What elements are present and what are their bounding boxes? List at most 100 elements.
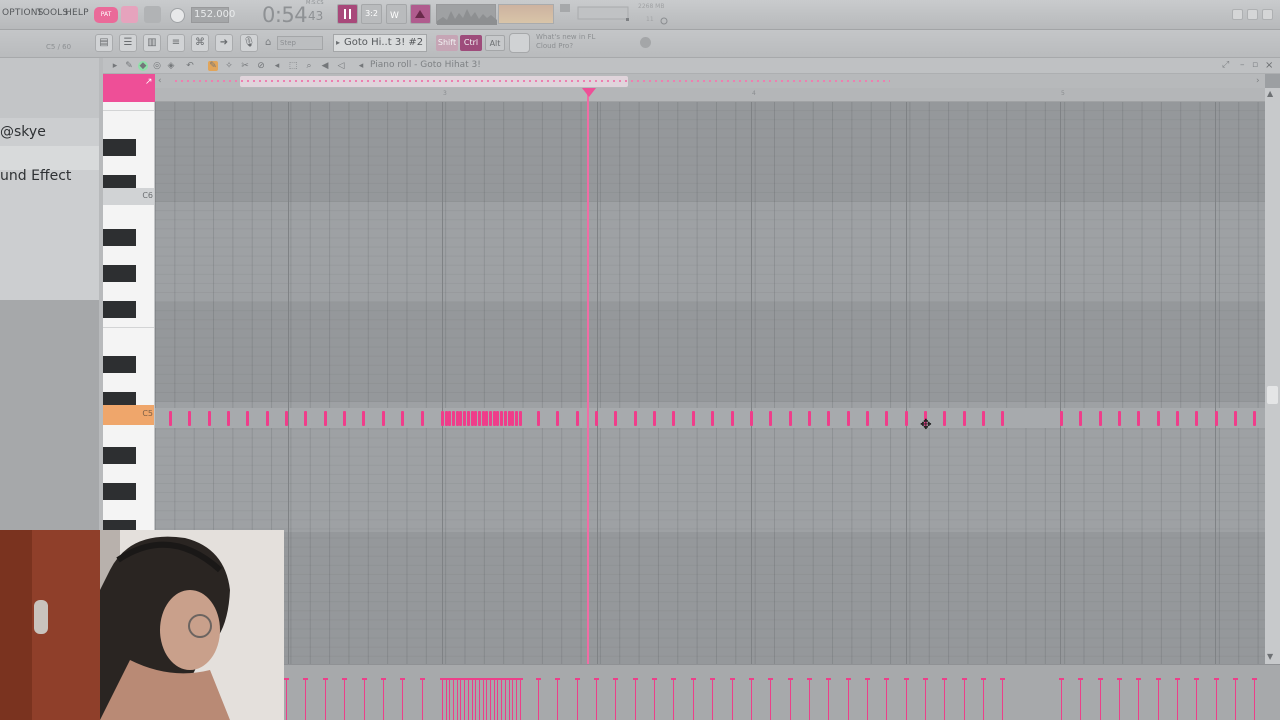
record-button[interactable] xyxy=(168,6,185,23)
browser-item-skye[interactable]: @skye xyxy=(0,124,46,140)
velocity-stem[interactable] xyxy=(400,678,405,720)
velocity-stem[interactable] xyxy=(510,678,515,720)
scrollbar-thumb[interactable] xyxy=(1267,386,1278,404)
velocity-stem[interactable] xyxy=(484,678,489,720)
velocity-stem[interactable] xyxy=(613,678,618,720)
velocity-stem[interactable] xyxy=(1098,678,1103,720)
ctrl-key-button[interactable]: Ctrl xyxy=(460,35,482,51)
velocity-stem[interactable] xyxy=(846,678,851,720)
velocity-stem[interactable] xyxy=(1117,678,1122,720)
note[interactable] xyxy=(478,411,481,426)
snap-selector[interactable]: Step xyxy=(277,36,323,50)
note[interactable] xyxy=(847,411,850,426)
pattern-song-toggle[interactable]: PAT xyxy=(94,7,118,23)
channel-rack-button[interactable]: ☰ xyxy=(119,34,137,52)
note[interactable] xyxy=(982,411,985,426)
news-panel[interactable]: What's new in FL Cloud Pro? xyxy=(536,33,595,51)
velocity-stem[interactable] xyxy=(440,678,445,720)
velocity-stem[interactable] xyxy=(481,678,486,720)
minimize-button[interactable] xyxy=(1232,9,1243,20)
note[interactable] xyxy=(1060,411,1063,426)
play-button[interactable] xyxy=(121,6,138,23)
velocity-stem[interactable] xyxy=(458,678,463,720)
detach-icon[interactable]: ⤢ xyxy=(1222,60,1229,70)
pattern-selector[interactable]: ▸ Goto Hi..t 3! #2 xyxy=(333,34,427,52)
note[interactable] xyxy=(1099,411,1102,426)
countdown-button[interactable]: 3:2 xyxy=(361,4,382,24)
note[interactable] xyxy=(750,411,753,426)
black-key[interactable] xyxy=(103,447,136,464)
scroll-down-icon[interactable]: ▼ xyxy=(1267,652,1273,661)
note[interactable] xyxy=(362,411,365,426)
news-chat-icon[interactable] xyxy=(509,33,530,53)
note[interactable] xyxy=(448,411,451,426)
note[interactable] xyxy=(169,411,172,426)
note[interactable] xyxy=(285,411,288,426)
black-key[interactable] xyxy=(103,139,136,156)
velocity-stem[interactable] xyxy=(555,678,560,720)
velocity-stem[interactable] xyxy=(730,678,735,720)
zoom-icon[interactable]: ⌕ xyxy=(304,61,314,71)
note[interactable] xyxy=(576,411,579,426)
wait-input-button[interactable]: W xyxy=(386,4,407,24)
velocity-stem[interactable] xyxy=(462,678,467,720)
velocity-stem[interactable] xyxy=(1194,678,1199,720)
note[interactable] xyxy=(692,411,695,426)
mute-icon[interactable]: ⊘ xyxy=(256,61,266,71)
delete-icon[interactable]: ✂ xyxy=(240,61,250,71)
note[interactable] xyxy=(1001,411,1004,426)
velocity-stem[interactable] xyxy=(536,678,541,720)
piano-keyboard[interactable]: C6 C5 xyxy=(103,102,155,530)
velocity-stem[interactable] xyxy=(904,678,909,720)
slice-icon[interactable]: ◂ xyxy=(272,61,282,71)
velocity-stem[interactable] xyxy=(303,678,308,720)
note[interactable] xyxy=(1079,411,1082,426)
note[interactable] xyxy=(789,411,792,426)
note[interactable] xyxy=(496,411,499,426)
velocity-lane[interactable] xyxy=(155,664,1280,720)
note[interactable] xyxy=(866,411,869,426)
note[interactable] xyxy=(485,411,488,426)
velocity-stem[interactable] xyxy=(470,678,475,720)
velocity-stem[interactable] xyxy=(575,678,580,720)
velocity-stem[interactable] xyxy=(444,678,449,720)
note[interactable] xyxy=(515,411,518,426)
browser-item-sound-effect[interactable]: und Effect xyxy=(0,168,71,184)
velocity-stem[interactable] xyxy=(1214,678,1219,720)
key-c6[interactable]: C6 xyxy=(103,188,154,205)
velocity-stem[interactable] xyxy=(455,678,460,720)
note[interactable] xyxy=(905,411,908,426)
black-key[interactable] xyxy=(103,483,136,500)
undo-icon[interactable]: ↶ xyxy=(185,61,195,71)
scroll-right-icon[interactable]: › xyxy=(1256,76,1260,86)
velocity-stem[interactable] xyxy=(981,678,986,720)
velocity-stem[interactable] xyxy=(466,678,471,720)
note[interactable] xyxy=(324,411,327,426)
velocity-stem[interactable] xyxy=(691,678,696,720)
velocity-stem[interactable] xyxy=(477,678,482,720)
note[interactable] xyxy=(489,411,492,426)
note[interactable] xyxy=(885,411,888,426)
note[interactable] xyxy=(731,411,734,426)
pencil-icon[interactable]: ✎ xyxy=(208,61,218,71)
note[interactable] xyxy=(474,411,477,426)
menu-tools[interactable]: TOOLS xyxy=(37,8,68,18)
key-c5[interactable]: C5 xyxy=(103,405,154,425)
note[interactable] xyxy=(441,411,444,426)
velocity-stem[interactable] xyxy=(420,678,425,720)
scroll-up-icon[interactable]: ▲ xyxy=(1267,89,1273,98)
velocity-stem[interactable] xyxy=(1175,678,1180,720)
browser-button[interactable]: ⌘ xyxy=(191,34,209,52)
velocity-stem[interactable] xyxy=(807,678,812,720)
note[interactable] xyxy=(1253,411,1256,426)
shift-key-button[interactable]: Shift xyxy=(436,35,458,51)
note[interactable] xyxy=(246,411,249,426)
black-key[interactable] xyxy=(103,520,136,530)
note[interactable] xyxy=(537,411,540,426)
velocity-stem[interactable] xyxy=(923,678,928,720)
velocity-stem[interactable] xyxy=(284,678,289,720)
note[interactable] xyxy=(382,411,385,426)
velocity-stem[interactable] xyxy=(499,678,504,720)
recording-button[interactable]: 🎙 xyxy=(240,34,258,52)
loop-record-button[interactable] xyxy=(410,4,431,24)
